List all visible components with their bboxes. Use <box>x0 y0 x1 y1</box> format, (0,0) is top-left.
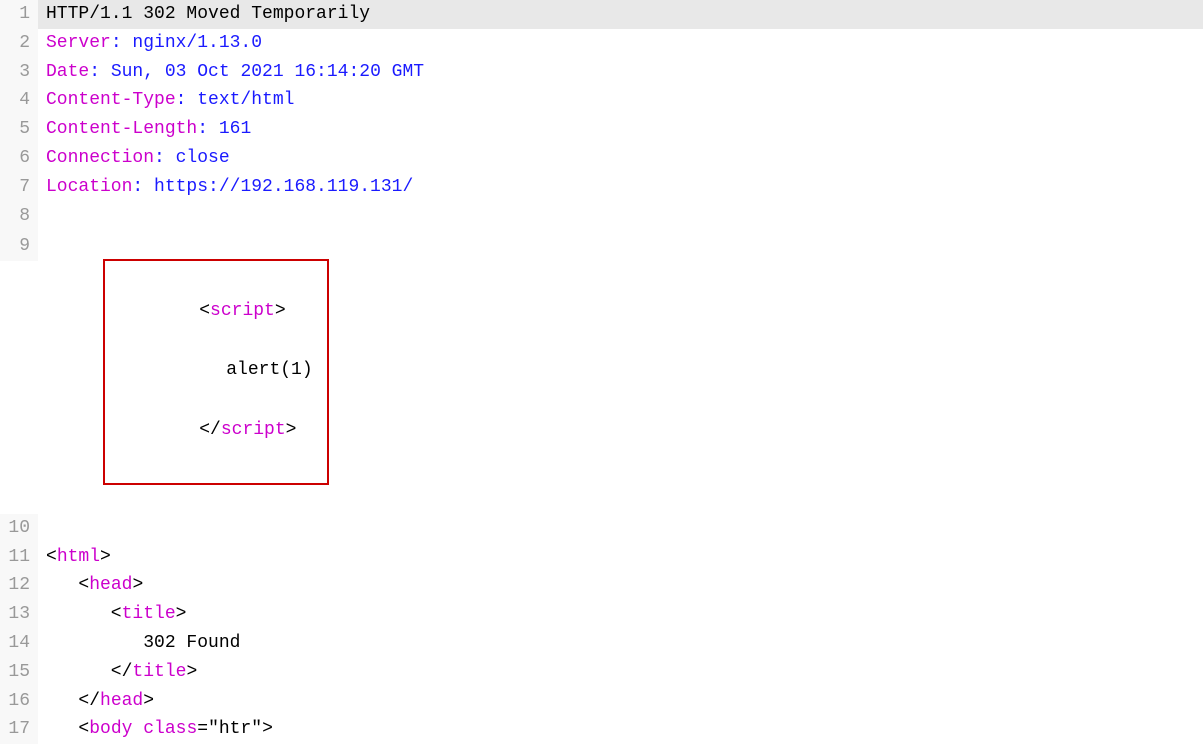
code-line-4: 4 Content-Type: text/html <box>0 86 1203 115</box>
value-span: : https://192.168.119.131/ <box>132 177 413 197</box>
code-line-15: 15 </title> <box>0 658 1203 687</box>
code-line-17: 17 <body class="htr"> <box>0 715 1203 744</box>
line-content-6: Connection: close <box>38 144 1203 173</box>
line-number-12: 12 <box>0 571 38 600</box>
line-content-3: Date: Sun, 03 Oct 2021 16:14:20 GMT <box>38 58 1203 87</box>
value-span: : close <box>154 148 230 168</box>
line-number-14: 14 <box>0 629 38 658</box>
line-number-1: 1 <box>0 0 38 29</box>
keyword-span: Content-Length <box>46 119 197 139</box>
line-content-14: 302 Found <box>38 629 1203 658</box>
line-number-3: 3 <box>0 58 38 87</box>
line-content-1: HTTP/1.1 302 Moved Temporarily <box>38 0 1203 29</box>
line-number-15: 15 <box>0 658 38 687</box>
line-number-5: 5 <box>0 115 38 144</box>
line-content-17: <body class="htr"> <box>38 715 1203 744</box>
line-number-11: 11 <box>0 543 38 572</box>
code-line-5: 5 Content-Length: 161 <box>0 115 1203 144</box>
line-content-13: <title> <box>38 600 1203 629</box>
code-line-3: 3 Date: Sun, 03 Oct 2021 16:14:20 GMT <box>0 58 1203 87</box>
keyword-span: Date <box>46 62 89 82</box>
value-span: : 161 <box>197 119 251 139</box>
line-number-16: 16 <box>0 687 38 716</box>
value-span: : Sun, 03 Oct 2021 16:14:20 GMT <box>89 62 424 82</box>
code-line-9-block: 9 <script> alert(1) </script> <box>0 230 1203 513</box>
code-line-2: 2 Server: nginx/1.13.0 <box>0 29 1203 58</box>
alert-line: alert(1) <box>199 356 312 386</box>
code-line-7: 7 Location: https://192.168.119.131/ <box>0 173 1203 202</box>
code-line-8: 8 <box>0 202 1203 231</box>
keyword-span: Server <box>46 33 111 53</box>
line-content-2: Server: nginx/1.13.0 <box>38 29 1203 58</box>
code-line-10: 10 <box>0 514 1203 543</box>
keyword-span: Connection <box>46 148 154 168</box>
code-line-1: 1 HTTP/1.1 302 Moved Temporarily <box>0 0 1203 29</box>
script-close-tag: </script> <box>199 420 296 440</box>
keyword-span: Location <box>46 177 132 197</box>
keyword-span: Content-Type <box>46 90 176 110</box>
script-open-tag: <script> <box>199 301 285 321</box>
line-number-4: 4 <box>0 86 38 115</box>
line-content-5: Content-Length: 161 <box>38 115 1203 144</box>
line-content-11: <html> <box>38 543 1203 572</box>
line-number-9: 9 <box>0 230 38 261</box>
line-content-15: </title> <box>38 658 1203 687</box>
line-number-7: 7 <box>0 173 38 202</box>
line-content-16: </head> <box>38 687 1203 716</box>
line-content-4: Content-Type: text/html <box>38 86 1203 115</box>
line-number-2: 2 <box>0 29 38 58</box>
line-number-8: 8 <box>0 202 38 231</box>
line-number-13: 13 <box>0 600 38 629</box>
line-content-9-block: <script> alert(1) </script> <box>38 230 1203 513</box>
line-content-8 <box>38 202 1203 231</box>
value-span: : text/html <box>176 90 295 110</box>
line-number-17: 17 <box>0 715 38 744</box>
line-content-10 <box>38 514 1203 543</box>
line-content-7: Location: https://192.168.119.131/ <box>38 173 1203 202</box>
code-line-6: 6 Connection: close <box>0 144 1203 173</box>
code-line-11: 11 <html> <box>0 543 1203 572</box>
code-line-16: 16 </head> <box>0 687 1203 716</box>
code-viewer: 1 HTTP/1.1 302 Moved Temporarily 2 Serve… <box>0 0 1203 744</box>
code-line-12: 12 <head> <box>0 571 1203 600</box>
value-span: : nginx/1.13.0 <box>111 33 262 53</box>
line-number-6: 6 <box>0 144 38 173</box>
line-content-12: <head> <box>38 571 1203 600</box>
code-line-14: 14 302 Found <box>0 629 1203 658</box>
line-number-10: 10 <box>0 514 38 543</box>
highlight-box: <script> alert(1) </script> <box>103 259 329 485</box>
code-line-13: 13 <title> <box>0 600 1203 629</box>
